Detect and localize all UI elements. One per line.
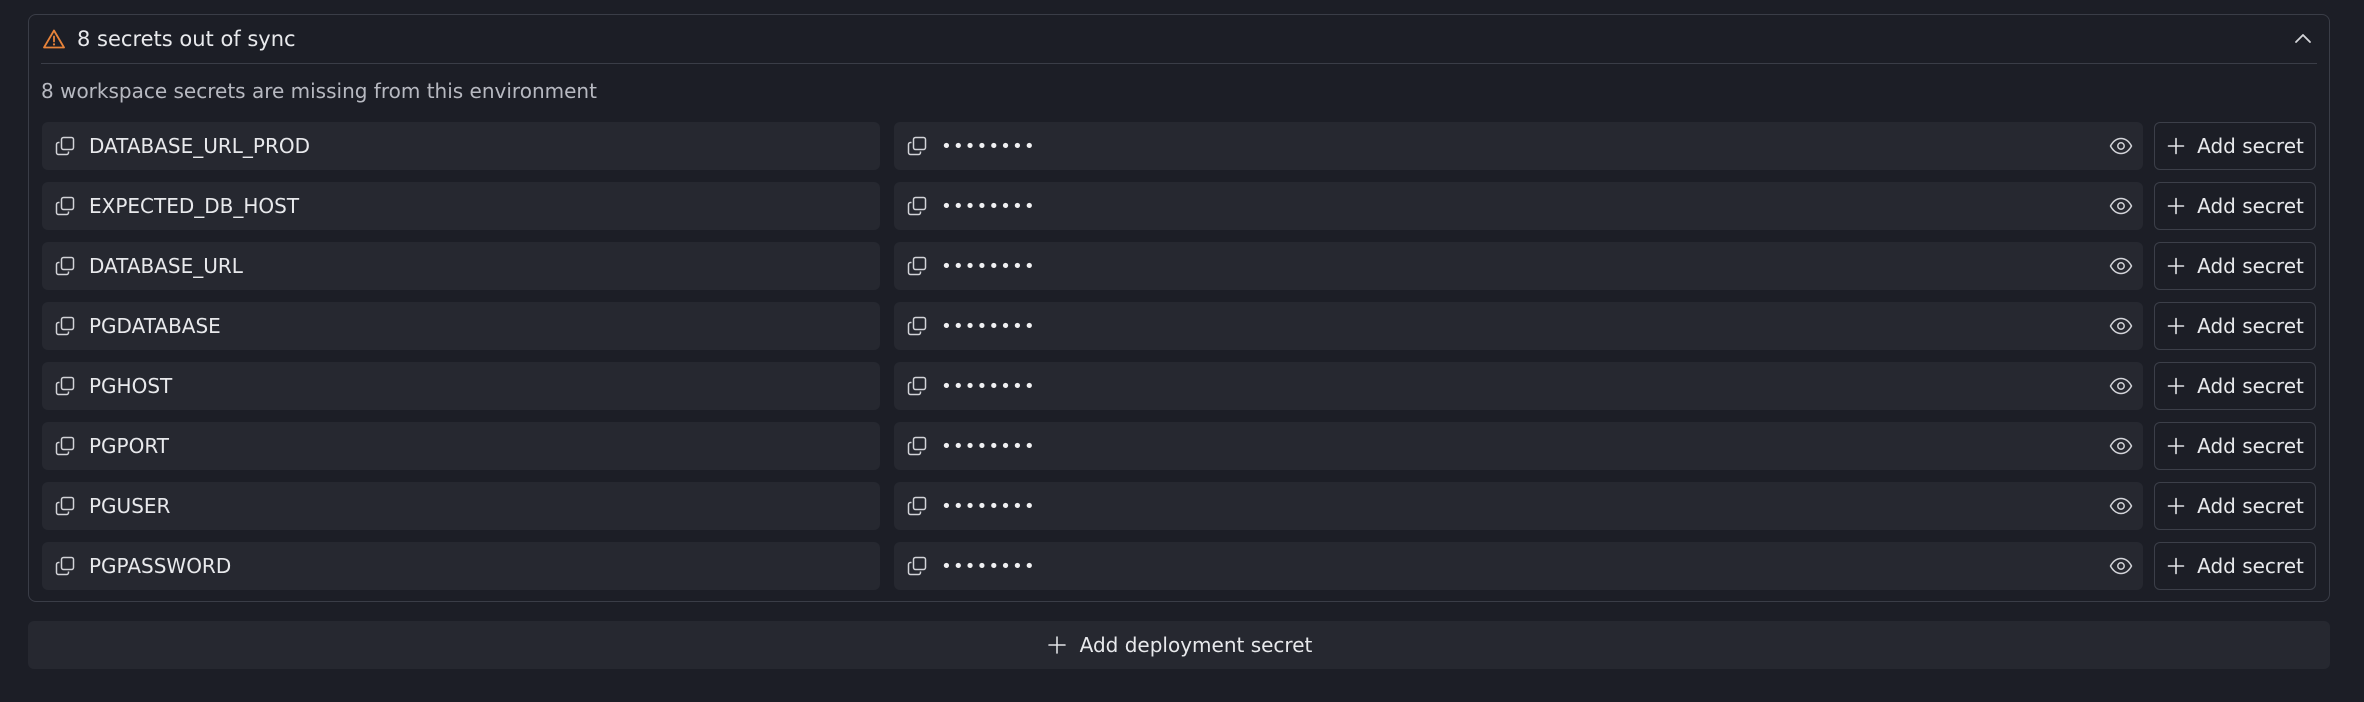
secret-masked-value: •••••••• <box>941 375 1036 397</box>
secret-name-field: PGPASSWORD <box>42 542 880 590</box>
secret-name-field: PGUSER <box>42 482 880 530</box>
secret-value-field: •••••••• <box>894 542 2143 590</box>
secret-name-field: PGDATABASE <box>42 302 880 350</box>
add-secret-label: Add secret <box>2197 374 2304 398</box>
plus-icon <box>2166 136 2186 156</box>
secret-name-field: DATABASE_URL <box>42 242 880 290</box>
add-secret-button[interactable]: Add secret <box>2154 542 2316 590</box>
add-secret-button[interactable]: Add secret <box>2154 122 2316 170</box>
secret-name: PGHOST <box>89 374 173 398</box>
add-deployment-secret-label: Add deployment secret <box>1079 633 1313 657</box>
secret-value-field: •••••••• <box>894 182 2143 230</box>
secret-masked-value: •••••••• <box>941 135 1036 157</box>
secret-masked-value: •••••••• <box>941 315 1036 337</box>
eye-icon[interactable] <box>2109 494 2133 518</box>
add-secret-label: Add secret <box>2197 554 2304 578</box>
eye-icon[interactable] <box>2109 434 2133 458</box>
copy-icon[interactable] <box>905 494 929 518</box>
secret-name-field: EXPECTED_DB_HOST <box>42 182 880 230</box>
copy-icon[interactable] <box>53 434 77 458</box>
add-secret-label: Add secret <box>2197 134 2304 158</box>
copy-icon[interactable] <box>53 194 77 218</box>
secret-row: DATABASE_URL_PROD •••••••• Add secret <box>42 122 2316 170</box>
copy-icon[interactable] <box>905 434 929 458</box>
eye-icon[interactable] <box>2109 374 2133 398</box>
add-secret-label: Add secret <box>2197 314 2304 338</box>
secret-masked-value: •••••••• <box>941 435 1036 457</box>
eye-icon[interactable] <box>2109 554 2133 578</box>
add-secret-label: Add secret <box>2197 434 2304 458</box>
secret-masked-value: •••••••• <box>941 255 1036 277</box>
add-secret-button[interactable]: Add secret <box>2154 482 2316 530</box>
copy-icon[interactable] <box>905 134 929 158</box>
secret-masked-value: •••••••• <box>941 555 1036 577</box>
secret-name: PGUSER <box>89 494 171 518</box>
secret-row: PGDATABASE •••••••• Add secret <box>42 302 2316 350</box>
eye-icon[interactable] <box>2109 194 2133 218</box>
plus-icon <box>1046 634 1068 656</box>
secret-row: PGPORT •••••••• Add secret <box>42 422 2316 470</box>
secret-row: PGPASSWORD •••••••• Add secret <box>42 542 2316 590</box>
secret-masked-value: •••••••• <box>941 495 1036 517</box>
secret-name: DATABASE_URL <box>89 254 243 278</box>
secret-masked-value: •••••••• <box>941 195 1036 217</box>
out-of-sync-panel: 8 secrets out of sync 8 workspace secret… <box>28 14 2330 602</box>
plus-icon <box>2166 496 2186 516</box>
secret-name-field: PGPORT <box>42 422 880 470</box>
eye-icon[interactable] <box>2109 314 2133 338</box>
secret-value-field: •••••••• <box>894 362 2143 410</box>
copy-icon[interactable] <box>905 554 929 578</box>
plus-icon <box>2166 376 2186 396</box>
eye-icon[interactable] <box>2109 254 2133 278</box>
secret-name: PGPASSWORD <box>89 554 232 578</box>
plus-icon <box>2166 316 2186 336</box>
secret-row: PGUSER •••••••• Add secret <box>42 482 2316 530</box>
secret-row: DATABASE_URL •••••••• Add secret <box>42 242 2316 290</box>
secret-name-field: PGHOST <box>42 362 880 410</box>
secret-name: EXPECTED_DB_HOST <box>89 194 300 218</box>
warning-triangle-icon <box>41 26 67 52</box>
copy-icon[interactable] <box>53 554 77 578</box>
secret-rows: DATABASE_URL_PROD •••••••• Add secret EX… <box>42 122 2316 602</box>
secret-name-field: DATABASE_URL_PROD <box>42 122 880 170</box>
plus-icon <box>2166 256 2186 276</box>
plus-icon <box>2166 196 2186 216</box>
add-secret-button[interactable]: Add secret <box>2154 302 2316 350</box>
secret-value-field: •••••••• <box>894 242 2143 290</box>
secret-value-field: •••••••• <box>894 122 2143 170</box>
add-secret-button[interactable]: Add secret <box>2154 362 2316 410</box>
panel-subtitle: 8 workspace secrets are missing from thi… <box>41 79 597 103</box>
secret-row: PGHOST •••••••• Add secret <box>42 362 2316 410</box>
secret-name: DATABASE_URL_PROD <box>89 134 311 158</box>
chevron-up-icon[interactable] <box>2291 27 2315 51</box>
panel-title: 8 secrets out of sync <box>77 27 296 51</box>
secret-value-field: •••••••• <box>894 302 2143 350</box>
copy-icon[interactable] <box>905 314 929 338</box>
add-deployment-secret-button[interactable]: Add deployment secret <box>28 621 2330 669</box>
add-secret-label: Add secret <box>2197 494 2304 518</box>
copy-icon[interactable] <box>53 134 77 158</box>
copy-icon[interactable] <box>905 374 929 398</box>
eye-icon[interactable] <box>2109 134 2133 158</box>
panel-header[interactable]: 8 secrets out of sync <box>41 15 2317 64</box>
copy-icon[interactable] <box>53 254 77 278</box>
secret-value-field: •••••••• <box>894 422 2143 470</box>
secret-value-field: •••••••• <box>894 482 2143 530</box>
secret-row: EXPECTED_DB_HOST •••••••• Add secret <box>42 182 2316 230</box>
copy-icon[interactable] <box>905 194 929 218</box>
plus-icon <box>2166 436 2186 456</box>
copy-icon[interactable] <box>53 494 77 518</box>
add-secret-label: Add secret <box>2197 254 2304 278</box>
plus-icon <box>2166 556 2186 576</box>
copy-icon[interactable] <box>53 374 77 398</box>
add-secret-button[interactable]: Add secret <box>2154 182 2316 230</box>
secret-name: PGDATABASE <box>89 314 221 338</box>
copy-icon[interactable] <box>905 254 929 278</box>
secret-name: PGPORT <box>89 434 170 458</box>
copy-icon[interactable] <box>53 314 77 338</box>
add-secret-label: Add secret <box>2197 194 2304 218</box>
add-secret-button[interactable]: Add secret <box>2154 242 2316 290</box>
add-secret-button[interactable]: Add secret <box>2154 422 2316 470</box>
